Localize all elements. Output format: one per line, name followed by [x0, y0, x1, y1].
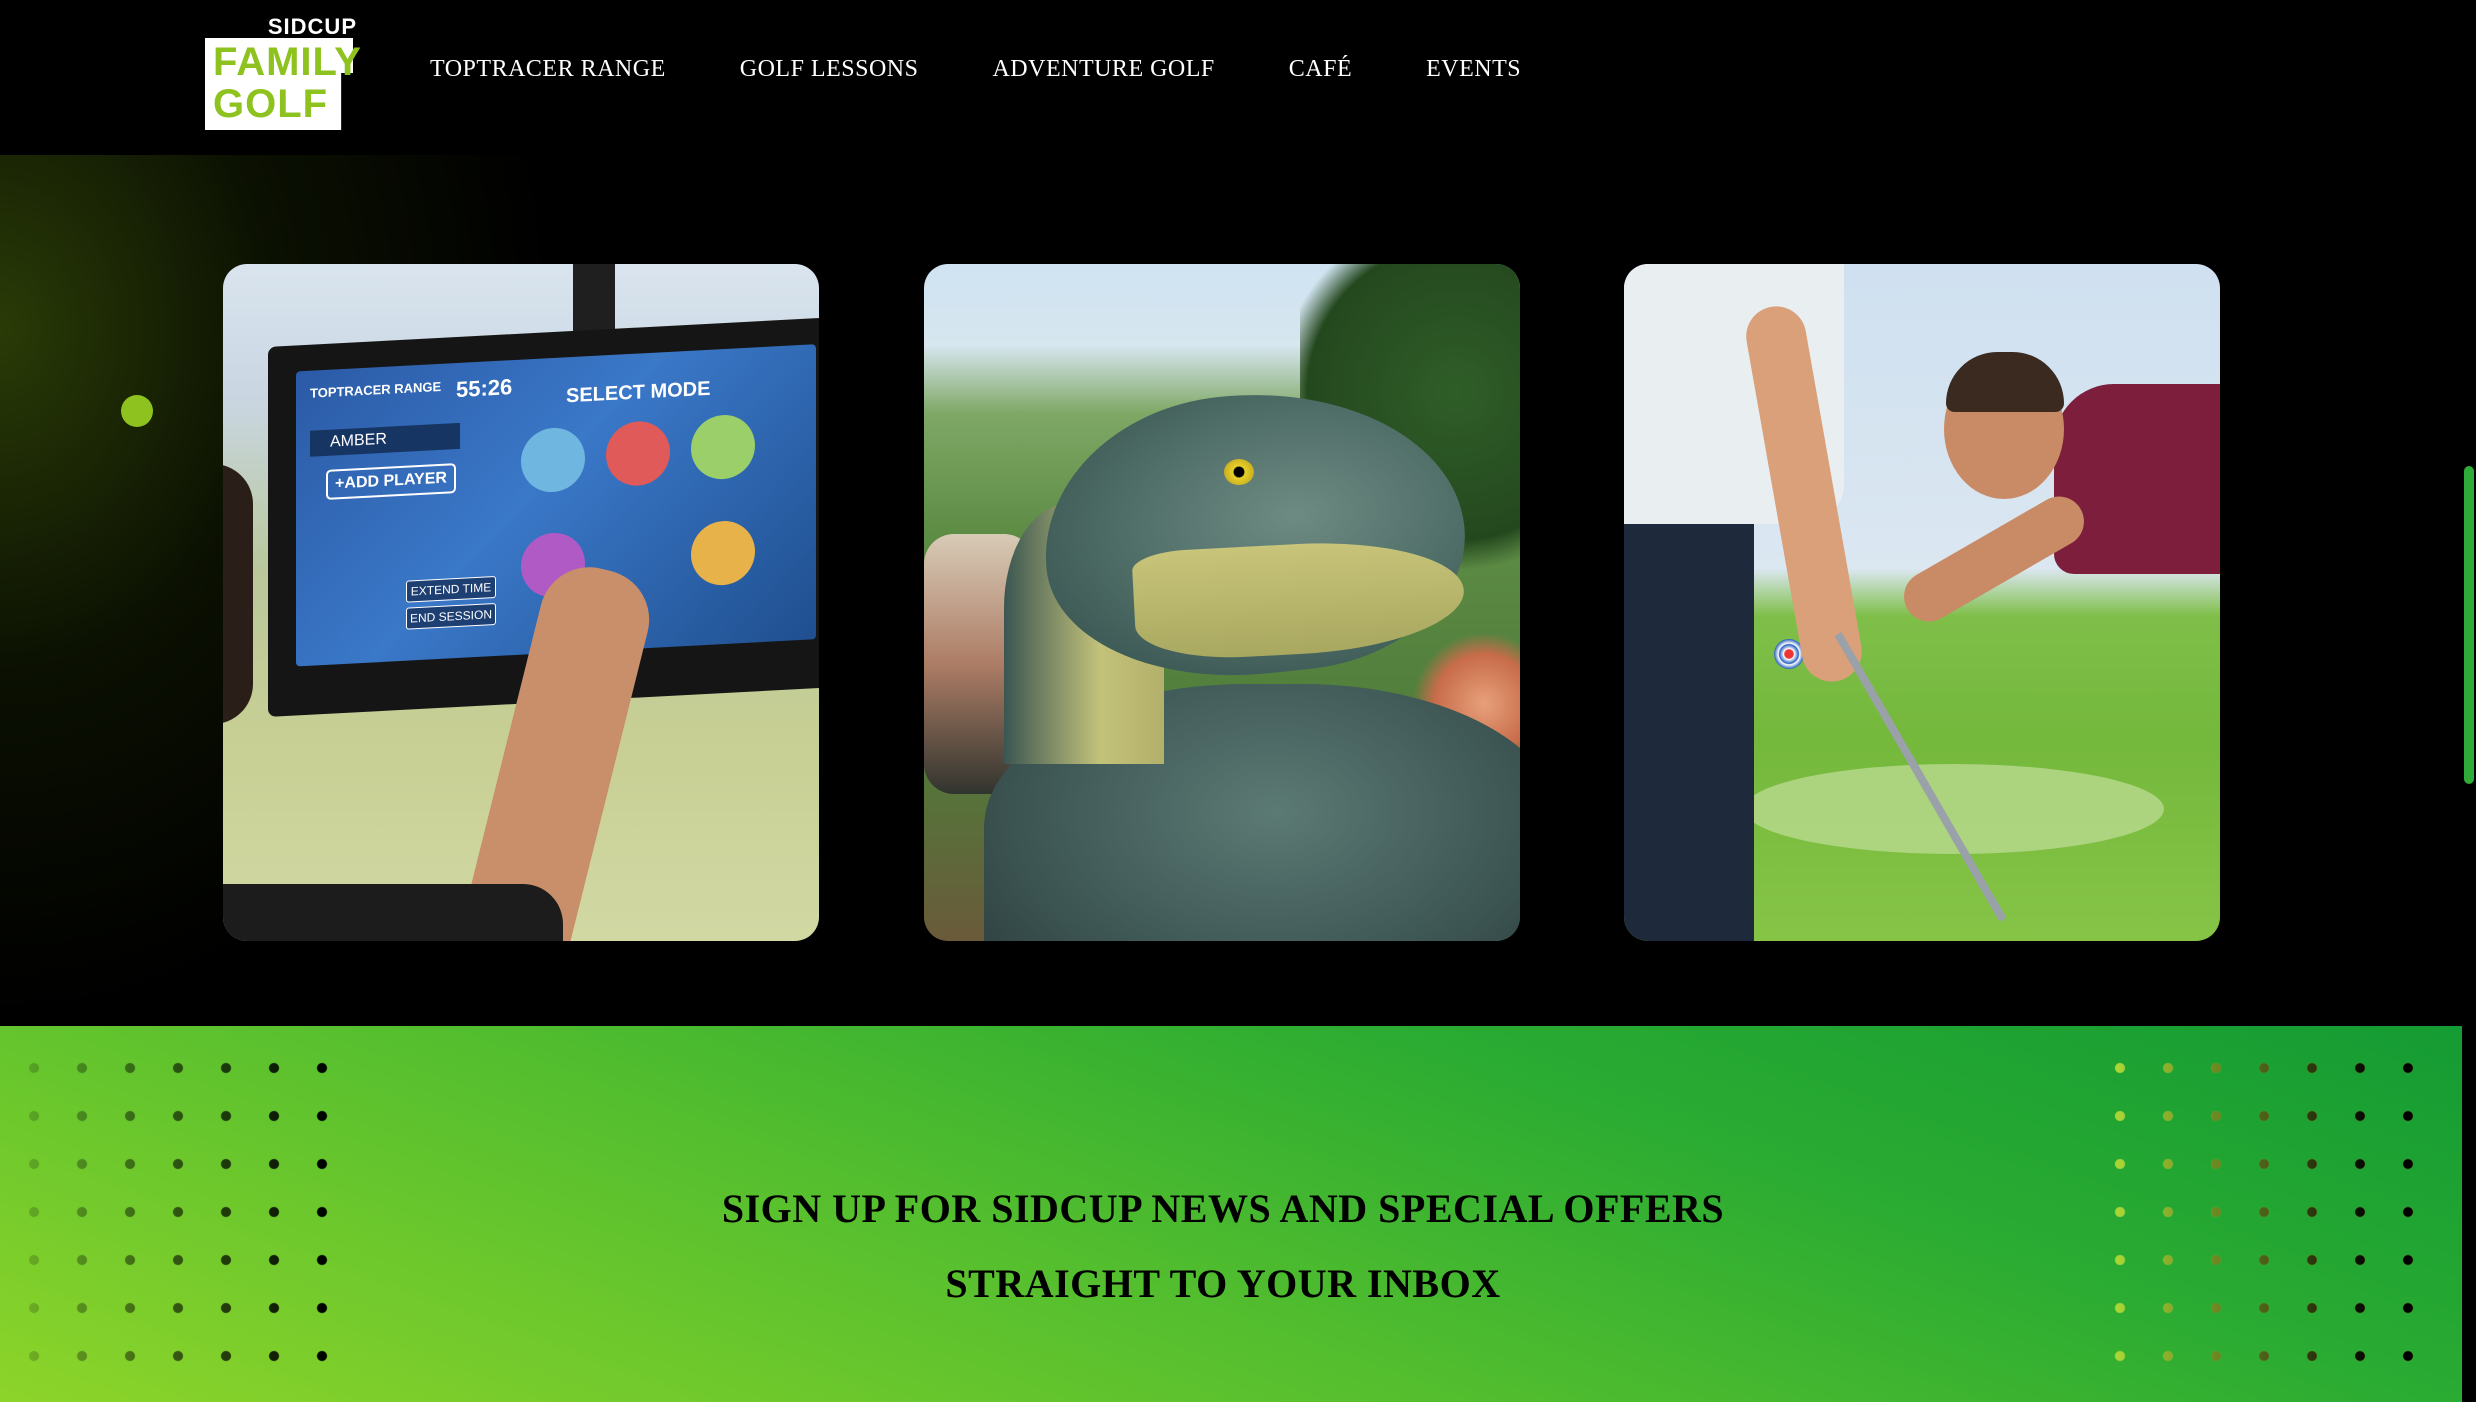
mode-closest-to-pin-icon — [606, 419, 670, 488]
extend-time-button: EXTEND TIME — [406, 575, 496, 603]
student-shirt — [2054, 384, 2220, 574]
logo-sidcup-text: SIDCUP — [267, 14, 357, 39]
nav-item-cafe[interactable]: CAFÉ — [1289, 56, 1352, 83]
page-scrollbar[interactable] — [2462, 0, 2476, 1402]
newsletter-heading-line1: SIGN UP FOR SIDCUP NEWS AND SPECIAL OFFE… — [721, 1186, 1725, 1231]
newsletter-heading-line2: STRAIGHT TO YOUR INBOX — [945, 1261, 1501, 1306]
coach-legs — [1624, 504, 1754, 941]
scrollbar-thumb[interactable] — [2464, 466, 2474, 784]
newsletter-signup-section: SIGN UP FOR SIDCUP NEWS AND SPECIAL OFFE… — [0, 1026, 2462, 1402]
nav-item-golf-lessons[interactable]: GOLF LESSONS — [740, 56, 919, 83]
select-mode-title: SELECT MODE — [566, 377, 711, 408]
mode-virtual-golf-icon — [691, 413, 755, 481]
dinosaur-eye — [1224, 459, 1254, 485]
nav-item-adventure-golf[interactable]: ADVENTURE GOLF — [992, 56, 1214, 83]
decorative-dot — [121, 395, 153, 427]
nav-item-toptracer-range[interactable]: TOPTRACER RANGE — [430, 56, 666, 83]
gallery-card-adventure-golf[interactable] — [924, 264, 1520, 941]
end-session-button: END SESSION — [406, 602, 496, 630]
site-logo[interactable]: SIDCUP FAMILY GOLF — [205, 14, 361, 130]
player-name: AMBER — [310, 422, 460, 457]
gallery-card-golf-lessons[interactable] — [1624, 264, 2220, 941]
session-timer: 55:26 — [456, 374, 513, 403]
mode-long-drive-icon — [691, 519, 755, 587]
mode-launch-monitor-icon — [521, 426, 585, 494]
person-shirt — [223, 884, 563, 941]
newsletter-heading: SIGN UP FOR SIDCUP NEWS AND SPECIAL OFFE… — [0, 1171, 2446, 1321]
nav-item-events[interactable]: EVENTS — [1426, 56, 1521, 83]
toptracer-brand: TOPTRACER RANGE — [310, 378, 442, 401]
add-player-button: +ADD PLAYER — [326, 463, 456, 500]
site-header: SIDCUP FAMILY GOLF TOPTRACER RANGE GOLF … — [0, 0, 2476, 155]
main-nav: TOPTRACER RANGE GOLF LESSONS ADVENTURE G… — [430, 56, 1595, 83]
gallery-card-toptracer[interactable]: TOPTRACER RANGE 55:26 SELECT MODE AMBER … — [223, 264, 819, 941]
logo-golf-text: GOLF — [213, 82, 329, 126]
logo-family-text: FAMILY — [213, 40, 362, 84]
person-hair — [223, 464, 253, 724]
